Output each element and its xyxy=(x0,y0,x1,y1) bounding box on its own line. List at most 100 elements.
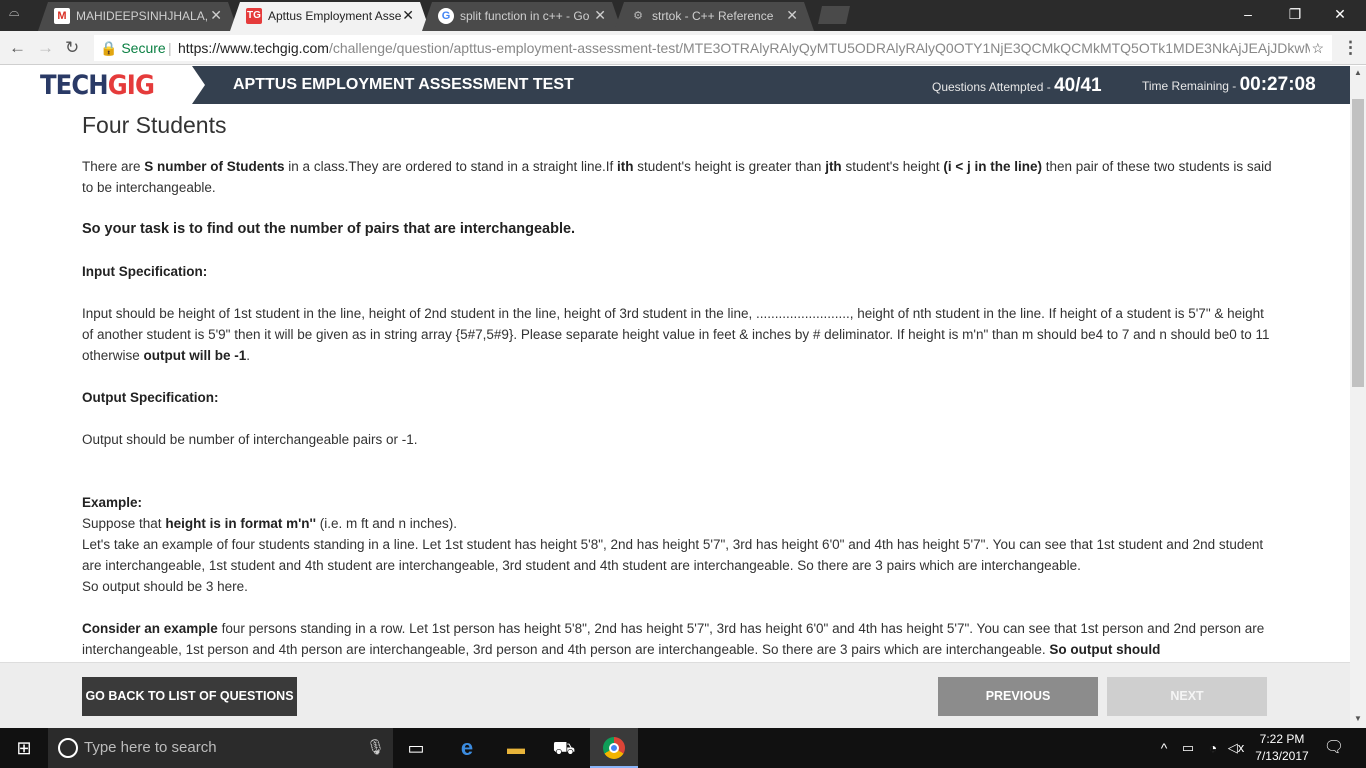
time-label: Time Remaining - xyxy=(1142,79,1240,93)
time-remaining: Time Remaining - 00:27:08 xyxy=(1142,74,1316,96)
input-heading-text: Input Specification: xyxy=(82,264,208,279)
url-path: /challenge/question/apttus-employment-as… xyxy=(328,40,1310,56)
tab-google-search[interactable]: G split function in c++ - Go ✕ xyxy=(422,2,622,31)
output-heading-text: Output Specification: xyxy=(82,390,219,405)
close-window-icon[interactable]: ✕ xyxy=(1330,6,1350,23)
questions-attempted: Questions Attempted - 40/41 xyxy=(932,75,1102,97)
search-placeholder: Type here to search xyxy=(84,739,217,756)
chrome-menu-icon[interactable]: ⋮ xyxy=(1342,38,1359,58)
tab-apttus[interactable]: TG Apttus Employment Asse ✕ xyxy=(230,2,430,31)
intro-bold: ith xyxy=(616,159,634,174)
tab-gmail[interactable]: M MAHIDEEPSINHJHALA, A ✕ xyxy=(38,2,238,31)
input-specification: Input should be height of 1st student in… xyxy=(82,303,1272,366)
input-text: Input should be height of 1st student in… xyxy=(82,306,1270,363)
taskbar-search[interactable]: Type here to search 🎙 xyxy=(48,728,393,768)
example-text: Suppose that xyxy=(82,516,166,531)
logo-gig: GIG xyxy=(107,70,155,101)
incognito-icon: ⌓ xyxy=(9,4,20,19)
chrome-icon-center xyxy=(609,743,619,753)
question-footer: GO BACK TO LIST OF QUESTIONS PREVIOUS NE… xyxy=(0,662,1350,728)
close-icon[interactable]: ✕ xyxy=(594,7,606,24)
system-clock[interactable]: 7:22 PM 7/13/2017 xyxy=(1252,731,1312,765)
scroll-down-icon[interactable]: ▼ xyxy=(1354,714,1362,723)
intro-bold: jth xyxy=(825,159,842,174)
tab-title: Apttus Employment Asse xyxy=(268,9,402,23)
notifications-icon[interactable]: 🗨 xyxy=(1322,736,1346,760)
battery-icon[interactable]: ▭ xyxy=(1176,736,1200,760)
consider-end-bold: So output should xyxy=(1049,642,1161,657)
example-bold: height is in format m'n'' xyxy=(165,516,316,531)
secure-indicator[interactable]: 🔒 Secure xyxy=(100,35,166,61)
intro-bold: S number of Students xyxy=(144,159,285,174)
consider-paragraph: Consider an example four persons standin… xyxy=(82,618,1272,660)
intro-text: student's height is greater than xyxy=(633,159,826,174)
edge-icon[interactable]: e xyxy=(455,736,479,760)
output-specification: Output should be number of interchangeab… xyxy=(82,432,418,447)
cplusplus-icon: ⚙ xyxy=(633,10,643,22)
input-heading: Input Specification: xyxy=(82,261,1272,282)
example-section: Example: Suppose that height is in forma… xyxy=(82,492,1272,597)
chrome-taskbar-item[interactable] xyxy=(590,728,638,768)
browser-tab-strip: ⌓ M MAHIDEEPSINHJHALA, A ✕ TG Apttus Emp… xyxy=(0,0,1366,31)
time-value: 00:27:08 xyxy=(1239,74,1316,95)
restore-icon[interactable]: ❐ xyxy=(1285,6,1305,23)
tab-title: split function in c++ - Go xyxy=(460,9,590,23)
close-icon[interactable]: ✕ xyxy=(210,7,222,24)
example-text: Let's take an example of four students s… xyxy=(82,537,1264,573)
back-to-questions-button[interactable]: GO BACK TO LIST OF QUESTIONS xyxy=(82,677,297,716)
next-button: NEXT xyxy=(1107,677,1267,716)
new-tab-button[interactable] xyxy=(818,6,850,24)
site-header: TECHGIG APTTUS EMPLOYMENT ASSESSMENT TES… xyxy=(0,66,1350,104)
intro-text: student's height xyxy=(841,159,944,174)
consider-bold: Consider an example xyxy=(82,621,218,636)
file-explorer-icon[interactable]: ▬ xyxy=(504,736,528,760)
bookmark-star-icon[interactable]: ☆ xyxy=(1311,35,1324,61)
attempted-value: 40/41 xyxy=(1054,75,1102,96)
back-arrow-icon[interactable]: ← xyxy=(9,38,26,58)
tab-title: strtok - C++ Reference xyxy=(652,9,774,23)
previous-button[interactable]: PREVIOUS xyxy=(938,677,1098,716)
browser-toolbar: ← → ↻ 🔒 Secure | https://www.techgig.com… xyxy=(0,31,1366,65)
intro-text: There are xyxy=(82,159,145,174)
intro-text: in a class.They are ordered to stand in … xyxy=(284,159,617,174)
store-icon[interactable]: ⛟ xyxy=(552,736,576,760)
task-view-icon[interactable]: ▭ xyxy=(404,736,428,760)
attempted-label: Questions Attempted - xyxy=(932,80,1055,94)
tab-title: MAHIDEEPSINHJHALA, A xyxy=(76,9,211,23)
gmail-icon: M xyxy=(54,8,70,24)
tab-cplusplus[interactable]: ⚙ strtok - C++ Reference ✕ xyxy=(614,2,814,31)
intro-paragraph: There are S number of Students in a clas… xyxy=(82,156,1272,198)
search-circle-icon xyxy=(58,738,78,758)
example-heading: Example: xyxy=(82,495,143,510)
example-output: So output should be 3 here. xyxy=(82,579,248,594)
url-text: https://www.techgig.com/challenge/questi… xyxy=(178,35,1310,61)
example-text: (i.e. m ft and n inches). xyxy=(315,516,458,531)
scroll-thumb[interactable] xyxy=(1352,99,1364,387)
windows-taskbar: ⊞ Type here to search 🎙 ▭ e ▬ ⛟ ^ ▭ ◔ ◁x… xyxy=(0,728,1366,768)
output-heading: Output Specification: xyxy=(82,387,1272,408)
question-content: Four Students There are S number of Stud… xyxy=(82,110,1272,681)
reload-icon[interactable]: ↻ xyxy=(65,38,79,58)
intro-bold: (i < j in the line) xyxy=(943,159,1042,174)
page-scrollbar[interactable]: ▲ ▼ xyxy=(1350,66,1366,728)
minimize-icon[interactable]: – xyxy=(1238,6,1258,22)
secure-label: Secure xyxy=(121,40,166,56)
logo-tech: TECH xyxy=(40,70,109,101)
volume-muted-icon[interactable]: ◁x xyxy=(1224,736,1248,760)
logo-area: TECHGIG xyxy=(0,66,205,104)
test-title: APTTUS EMPLOYMENT ASSESSMENT TEST xyxy=(233,76,574,93)
task-statement: So your task is to find out the number o… xyxy=(82,221,576,237)
microphone-icon[interactable]: 🎙 xyxy=(366,738,385,756)
windows-start-icon[interactable]: ⊞ xyxy=(12,736,36,760)
close-icon[interactable]: ✕ xyxy=(402,7,414,24)
scroll-up-icon[interactable]: ▲ xyxy=(1354,68,1362,77)
forward-arrow-icon[interactable]: → xyxy=(37,38,54,58)
wifi-icon[interactable]: ◔ xyxy=(1201,736,1225,760)
clock-date: 7/13/2017 xyxy=(1255,749,1309,763)
address-bar[interactable]: 🔒 Secure | https://www.techgig.com/chall… xyxy=(94,35,1332,61)
input-end: . xyxy=(246,348,251,363)
techgig-logo[interactable]: TECHGIG xyxy=(40,70,155,101)
close-icon[interactable]: ✕ xyxy=(786,7,798,24)
url-domain: https://www.techgig.com xyxy=(178,40,329,56)
show-hidden-icons[interactable]: ^ xyxy=(1152,736,1176,760)
